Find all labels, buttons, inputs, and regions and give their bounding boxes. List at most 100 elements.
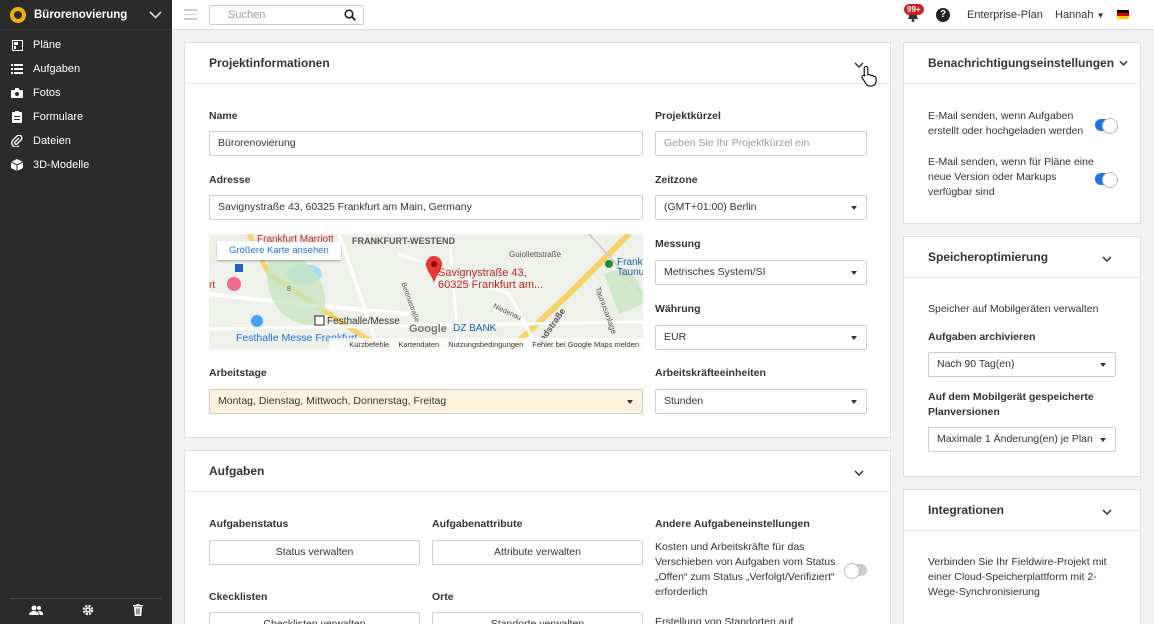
saved-plan-versions-label: Auf dem Mobilgerät gespeicherte Planvers… <box>928 391 1094 418</box>
manage-checklists-button[interactable]: Checklisten verwalten <box>209 612 420 624</box>
top-bar: 99+ ? Enterprise-Plan Hannah ▼ <box>172 0 1154 30</box>
project-info-header[interactable]: Projektinformationen <box>185 43 890 84</box>
map-pin-line: Savignystraße 43, <box>438 267 527 279</box>
timezone-select[interactable]: (GMT+01:00) Berlin <box>655 195 867 220</box>
cube-icon <box>11 159 23 171</box>
integrations-header[interactable]: Integrationen <box>904 490 1140 531</box>
sidebar: Bürorenovierung Pläne Aufgaben Fotos For… <box>0 0 172 624</box>
sidebar-nav: Pläne Aufgaben Fotos Formulare Dateien 3… <box>0 30 172 177</box>
map-pin-line: 60325 Frankfurt am... <box>438 279 544 291</box>
sidebar-item-plans[interactable]: Pläne <box>0 33 172 57</box>
places-creation-text: Erstellung von Standorten auf <box>655 616 794 624</box>
chevron-down-icon[interactable] <box>149 8 162 22</box>
sidebar-item-photos[interactable]: Fotos <box>0 81 172 105</box>
tasks-header[interactable]: Aufgaben <box>185 451 890 492</box>
workdays-select[interactable]: Montag, Dienstag, Mittwoch, Donnerstag, … <box>209 389 643 414</box>
chevron-down-icon[interactable] <box>854 465 864 479</box>
map-label: Festhalle/Messe <box>327 316 400 327</box>
name-input[interactable]: Bürorenovierung <box>209 131 643 156</box>
notification-toggle-tasks[interactable] <box>1095 118 1118 134</box>
chevron-down-icon[interactable] <box>1102 251 1112 265</box>
chevron-down-icon[interactable] <box>1119 55 1128 69</box>
list-icon <box>11 63 23 75</box>
currency-select[interactable]: EUR <box>655 325 867 350</box>
sidebar-item-label: Formulare <box>33 111 84 123</box>
sidebar-item-forms[interactable]: Formulare <box>0 105 172 129</box>
project-code-input[interactable]: Geben Sie Ihr Projektkürzel ein <box>655 131 867 156</box>
measure-label: Messung <box>655 238 701 250</box>
currency-label: Währung <box>655 303 701 315</box>
sidebar-item-label: Aufgaben <box>33 63 81 75</box>
map-footer-link[interactable]: Nutzungsbedingungen <box>448 340 523 349</box>
archive-tasks-select[interactable]: Nach 90 Tag(en) <box>928 352 1116 377</box>
labor-units-label: Arbeitskräfteeinheiten <box>655 367 766 379</box>
project-switcher[interactable]: Bürorenovierung <box>0 0 172 30</box>
manage-status-button[interactable]: Status verwalten <box>209 540 420 565</box>
german-flag-icon[interactable] <box>1117 10 1129 19</box>
camera-icon <box>11 87 23 99</box>
panel-title: Benachrichtigungseinstellungen <box>928 56 1115 70</box>
plans-icon <box>11 39 23 51</box>
map-footer-link[interactable]: Fehler bei Google Maps melden <box>532 340 639 349</box>
workdays-label: Arbeitstage <box>209 367 267 379</box>
tasks-panel: Aufgaben Aufgabenstatus Status verwalten… <box>184 450 891 624</box>
map-label: FRANKFURT-WESTEND <box>352 236 455 246</box>
checklists-label: Ckecklisten <box>209 591 268 603</box>
gear-icon[interactable] <box>82 604 94 619</box>
notification-settings-header[interactable]: Benachrichtigungseinstellungen <box>904 43 1140 84</box>
sidebar-item-tasks[interactable]: Aufgaben <box>0 57 172 81</box>
help-icon[interactable]: ? <box>936 8 950 22</box>
panel-title: Integrationen <box>928 503 1005 517</box>
timezone-label: Zeitzone <box>655 174 698 186</box>
notification-option-text: E-Mail senden, wenn für Pläne eine neue … <box>928 156 1094 198</box>
notification-toggle-plans[interactable] <box>1095 172 1118 188</box>
notification-count-badge[interactable]: 99+ <box>904 4 924 15</box>
search-box[interactable] <box>209 5 364 25</box>
labor-units-select[interactable]: Stunden <box>655 389 867 414</box>
google-logo: Google <box>409 323 447 335</box>
storage-optimization-header[interactable]: Speicheroptimierung <box>904 237 1140 278</box>
measure-select[interactable]: Metrisches System/SI <box>655 260 867 285</box>
saved-plan-versions-select[interactable]: Maximale 1 Änderung(en) je Plan <box>928 427 1116 452</box>
map-footer-link[interactable]: Kartendaten <box>398 340 439 349</box>
storage-subtitle: Speicher auf Mobilgeräten verwalten <box>928 303 1099 315</box>
search-icon[interactable] <box>344 9 356 24</box>
map-label: Frankfurt Marriott <box>257 234 334 245</box>
search-input[interactable] <box>210 6 330 24</box>
map-label: 8 <box>287 286 291 293</box>
sidebar-item-files[interactable]: Dateien <box>0 129 172 153</box>
paperclip-icon <box>11 135 23 147</box>
panel-title: Speicheroptimierung <box>928 250 1049 264</box>
sidebar-item-3d-models[interactable]: 3D-Modelle <box>0 153 172 177</box>
manage-attributes-button[interactable]: Attribute verwalten <box>432 540 643 565</box>
user-name: Hannah <box>1055 9 1094 21</box>
menu-icon[interactable] <box>184 9 197 23</box>
manage-places-button[interactable]: Standorte verwalten <box>432 612 643 624</box>
map-label: DZ BANK <box>453 323 497 334</box>
integrations-text: Verbinden Sie Ihr Fieldwire-Projekt mit … <box>928 556 1107 598</box>
address-map[interactable]: Größere Karte ansehen Frankfurt Marriott… <box>209 234 643 350</box>
users-icon[interactable] <box>29 605 44 618</box>
project-info-panel: Projektinformationen Name Bürorenovierun… <box>184 42 891 438</box>
archive-tasks-label: Aufgaben archivieren <box>928 331 1036 343</box>
address-input[interactable]: Savignystraße 43, 60325 Frankfurt am Mai… <box>209 195 643 220</box>
map-label: Taunu <box>617 267 643 278</box>
trash-icon[interactable] <box>132 604 143 619</box>
integrations-panel: Integrationen Verbinden Sie Ihr Fieldwir… <box>903 489 1141 624</box>
name-label: Name <box>209 110 238 122</box>
notification-option-text: E-Mail senden, wenn Aufgaben erstellt od… <box>928 110 1084 137</box>
plan-link[interactable]: Enterprise-Plan <box>967 9 1043 21</box>
pointer-cursor-icon <box>861 65 879 90</box>
project-code-label: Projektkürzel <box>655 110 721 122</box>
user-menu[interactable]: Hannah ▼ <box>1055 9 1105 21</box>
cost-labor-requirement-text: Kosten und Arbeitskräfte für das Verschi… <box>655 541 836 598</box>
task-status-label: Aufgabenstatus <box>209 518 289 530</box>
cost-labor-requirement-toggle[interactable] <box>844 563 867 579</box>
panel-title: Aufgaben <box>209 464 265 478</box>
map-footer-link[interactable]: Kurzbefehle <box>349 340 389 349</box>
sidebar-footer <box>10 598 162 624</box>
map-pin-address: Savignystraße 43, 60325 Frankfurt am... <box>438 267 543 291</box>
chevron-down-icon[interactable] <box>1102 504 1112 518</box>
sidebar-item-label: Fotos <box>33 87 61 99</box>
task-attributes-label: Aufgabenattribute <box>432 518 523 530</box>
